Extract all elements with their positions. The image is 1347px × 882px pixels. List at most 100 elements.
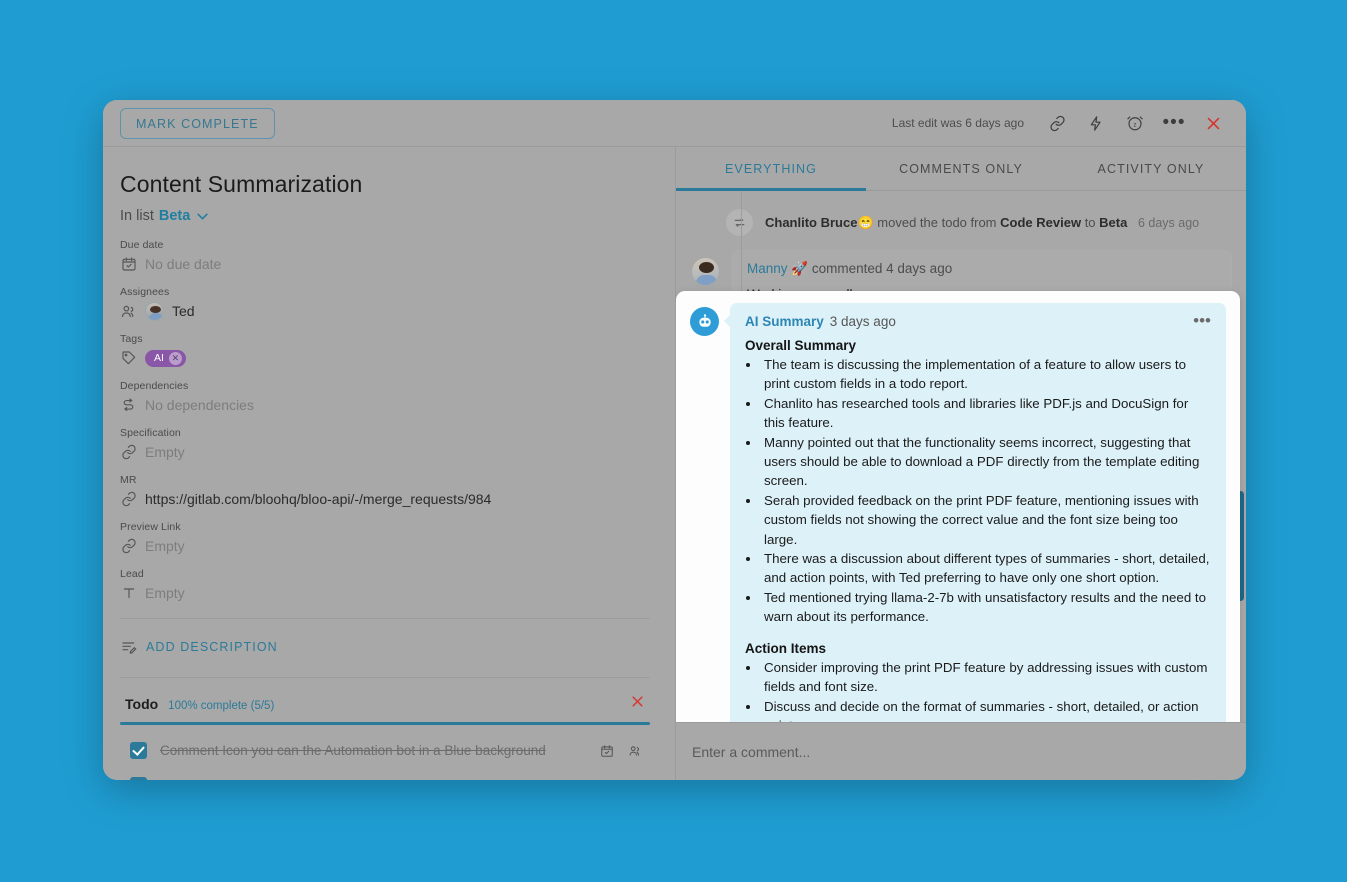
- topbar-actions: Last edit was 6 days ago z •••: [892, 112, 1224, 134]
- field-label: Preview Link: [120, 521, 181, 533]
- delete-checklist-icon[interactable]: [630, 694, 645, 712]
- activity-tabs: EVERYTHING COMMENTS ONLY ACTIVITY ONLY: [676, 147, 1246, 191]
- tab-everything[interactable]: EVERYTHING: [676, 147, 866, 191]
- field-label: Tags: [120, 333, 143, 345]
- in-list-prefix: In list: [120, 208, 154, 224]
- field-label: Lead: [120, 568, 144, 580]
- preview-link-value: Empty: [145, 538, 185, 554]
- due-date-value: No due date: [145, 256, 222, 272]
- field-label: MR: [120, 474, 137, 486]
- todo-item[interactable]: Comment Icon you can the Automation bot …: [120, 733, 650, 768]
- todo-item[interactable]: "AI Summary": [120, 768, 650, 780]
- field-value-row: Empty: [120, 535, 650, 557]
- list-item: Serah provided feedback on the print PDF…: [761, 491, 1211, 549]
- dependencies-icon: [120, 397, 137, 414]
- people-icon[interactable]: [627, 778, 642, 780]
- robot-bot-icon: [690, 307, 719, 336]
- lead-value: Empty: [145, 585, 185, 601]
- dependencies-value: No dependencies: [145, 397, 254, 413]
- mark-complete-button[interactable]: MARK COMPLETE: [120, 107, 275, 139]
- close-icon[interactable]: [1202, 112, 1224, 134]
- last-edit-text: Last edit was 6 days ago: [891, 116, 1024, 130]
- todo-progress-text: 100% complete (5/5): [168, 700, 275, 712]
- overall-summary-heading: Overall Summary: [745, 338, 857, 353]
- todo-item-actions: [599, 743, 642, 758]
- link-icon: [120, 491, 137, 508]
- ai-summary-bubble: AI Summary 3 days ago ••• Overall Summar…: [724, 303, 1226, 723]
- checkbox-checked-icon[interactable]: [130, 777, 147, 780]
- todo-item-actions: [599, 778, 642, 780]
- add-description-button[interactable]: ADD DESCRIPTION: [120, 619, 650, 677]
- todo-header: Todo 100% complete (5/5): [120, 684, 650, 722]
- remove-tag-icon[interactable]: ✕: [168, 351, 182, 365]
- list-selector[interactable]: In list Beta: [120, 208, 208, 224]
- field-assignees[interactable]: Assignees Ted: [120, 286, 650, 322]
- tab-comments-only[interactable]: COMMENTS ONLY: [866, 147, 1056, 190]
- activity-to-list: Beta: [1099, 214, 1128, 230]
- comment-input-area[interactable]: Enter a comment...: [676, 722, 1246, 780]
- field-due-date[interactable]: Due date No due date: [120, 239, 650, 275]
- tab-activity-only[interactable]: ACTIVITY ONLY: [1056, 147, 1246, 190]
- list-item: The team is discussing the implementatio…: [761, 355, 1211, 394]
- activity-actor: Chanlito Bruce: [765, 214, 858, 230]
- calendar-icon[interactable]: [599, 743, 614, 758]
- people-icon[interactable]: [627, 743, 642, 758]
- calendar-icon: [120, 256, 137, 273]
- activity-feed: Chanlito Bruce😁 moved the todo from Code…: [676, 191, 1246, 722]
- more-options-icon[interactable]: •••: [1163, 112, 1185, 134]
- tag-chip-ai[interactable]: AI ✕: [145, 349, 186, 367]
- modal-topbar: MARK COMPLETE Last edit was 6 days ago z: [103, 100, 1246, 147]
- todo-checklist: Todo 100% complete (5/5) Comment Icon yo…: [120, 684, 650, 780]
- ai-summary-header: AI Summary 3 days ago •••: [745, 312, 1211, 329]
- field-preview-link[interactable]: Preview Link Empty: [120, 521, 650, 557]
- field-label: Assignees: [120, 286, 170, 298]
- comment-author-emoji: 🚀: [791, 261, 809, 276]
- field-tags[interactable]: Tags AI ✕: [120, 333, 650, 369]
- assignee-name: Ted: [172, 303, 195, 319]
- calendar-icon[interactable]: [599, 778, 614, 780]
- activity-text: Chanlito Bruce😁 moved the todo from Code…: [765, 215, 1199, 231]
- field-value-row: No dependencies: [120, 394, 650, 416]
- field-specification[interactable]: Specification Empty: [120, 427, 650, 463]
- move-arrows-icon: [726, 209, 753, 236]
- list-item: Discuss and decide on the format of summ…: [761, 697, 1211, 723]
- field-value-row: Ted: [120, 300, 650, 322]
- checkbox-checked-icon[interactable]: [130, 742, 147, 759]
- task-details-pane: Content Summarization In list Beta Due d…: [103, 147, 675, 780]
- action-items-heading: Action Items: [745, 640, 827, 656]
- tag-label: AI: [154, 352, 164, 364]
- comment-input[interactable]: Enter a comment...: [692, 744, 810, 760]
- mr-url[interactable]: https://gitlab.com/bloohq/bloo-api/-/mer…: [145, 491, 491, 507]
- activity-from-list: Code Review: [1000, 214, 1082, 230]
- field-value-row: Empty: [120, 441, 650, 463]
- link-icon[interactable]: [1046, 112, 1068, 134]
- field-mr[interactable]: MR https://gitlab.com/bloohq/bloo-api/-/…: [120, 474, 650, 510]
- ai-summary-time: 3 days ago: [829, 314, 896, 329]
- list-item: Chanlito has researched tools and librar…: [761, 394, 1211, 433]
- link-icon: [120, 444, 137, 461]
- people-icon: [120, 303, 137, 320]
- ai-summary-author: AI Summary: [745, 314, 824, 329]
- activity-time: 6 days ago: [1137, 215, 1200, 230]
- field-value-row: https://gitlab.com/bloohq/bloo-api/-/mer…: [120, 488, 650, 510]
- comment-meta: commented 4 days ago: [811, 261, 953, 276]
- list-item: Ted mentioned trying llama-2-7b with uns…: [761, 588, 1211, 627]
- field-label: Dependencies: [120, 380, 189, 392]
- field-value-row: Empty: [120, 582, 650, 604]
- alarm-clock-icon[interactable]: z: [1124, 112, 1146, 134]
- text-icon: [120, 585, 137, 602]
- divider: [120, 677, 650, 678]
- activity-to-word: to: [1084, 214, 1096, 230]
- field-value-row: No due date: [120, 253, 650, 275]
- ai-summary-card: AI Summary 3 days ago ••• Overall Summar…: [676, 291, 1240, 722]
- svg-text:z: z: [1134, 122, 1137, 128]
- comment-author[interactable]: Manny: [747, 261, 788, 276]
- lightning-bolt-icon[interactable]: [1085, 112, 1107, 134]
- avatar: [145, 301, 164, 321]
- field-dependencies[interactable]: Dependencies No dependencies: [120, 380, 650, 416]
- field-value-row: AI ✕: [120, 347, 650, 369]
- field-label: Due date: [120, 239, 164, 251]
- more-options-icon[interactable]: •••: [1193, 312, 1211, 329]
- field-lead[interactable]: Lead Empty: [120, 568, 650, 604]
